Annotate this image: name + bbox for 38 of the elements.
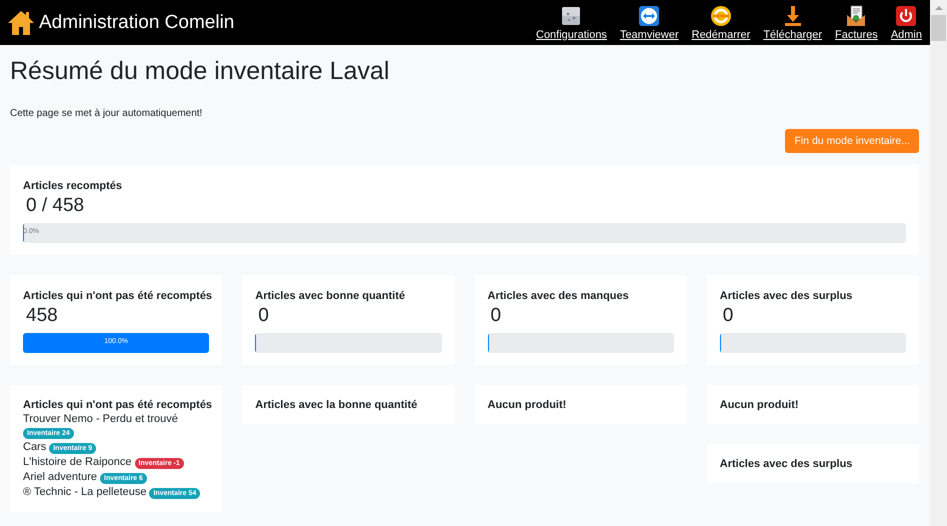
card-title: Articles recomptés (23, 180, 124, 192)
nav-link[interactable]: Factures (835, 4, 878, 40)
count-value: 458 (26, 305, 59, 327)
count-value: 0 / 458 (26, 195, 86, 217)
count-value: 0 (722, 305, 734, 327)
notice-text: Cette page se met à jour automatiquement! (10, 108, 204, 119)
count-value: 0 (258, 305, 270, 327)
page-title: Résumé du mode inventaire Laval (10, 57, 390, 86)
product-name: ® Technic - La pelleteuse (23, 486, 146, 498)
card-title: Aucun produit! (720, 399, 800, 411)
scrollbar[interactable] (930, 0, 947, 526)
nav-link[interactable]: Télécharger (763, 4, 822, 40)
invoice-envelope-icon (845, 4, 868, 26)
scroll-thumb[interactable] (931, 15, 946, 41)
card-title: Articles qui n'ont pas été recomptés (23, 290, 210, 302)
double-arrow-icon (638, 4, 660, 26)
card-title: Articles avec la bonne quantité (255, 399, 418, 411)
card-title: Articles avec des manques (488, 290, 630, 302)
nav-link[interactable]: Redémarrer (692, 4, 750, 40)
card-title: Articles avec des surplus (720, 458, 854, 470)
product-name: Ariel adventure (23, 471, 97, 483)
product-name: L'histoire de Raiponce (23, 456, 132, 468)
card-title: Articles qui n'ont pas été recomptés (23, 399, 210, 411)
card-title: Articles avec des surplus (720, 290, 854, 302)
count-value: 0 (490, 305, 502, 327)
nav-link[interactable]: Teamviewer (620, 4, 679, 40)
product-name: Trouver Nemo - Perdu et trouvé (23, 413, 178, 425)
scroll-up-arrow-icon[interactable] (934, 6, 942, 10)
card-title: Articles avec bonne quantité (255, 290, 406, 302)
product-name: Cars (23, 441, 46, 453)
app-title: Administration Comelin (39, 12, 234, 34)
nav-link[interactable]: Admin (890, 4, 922, 40)
circular-arrows-icon (710, 4, 732, 26)
nav-link[interactable]: Configurations (536, 4, 607, 40)
power-icon (895, 4, 918, 26)
home-icon[interactable] (7, 10, 35, 36)
card-title: Aucun produit! (488, 399, 568, 411)
grid-tile-icon (560, 4, 582, 26)
